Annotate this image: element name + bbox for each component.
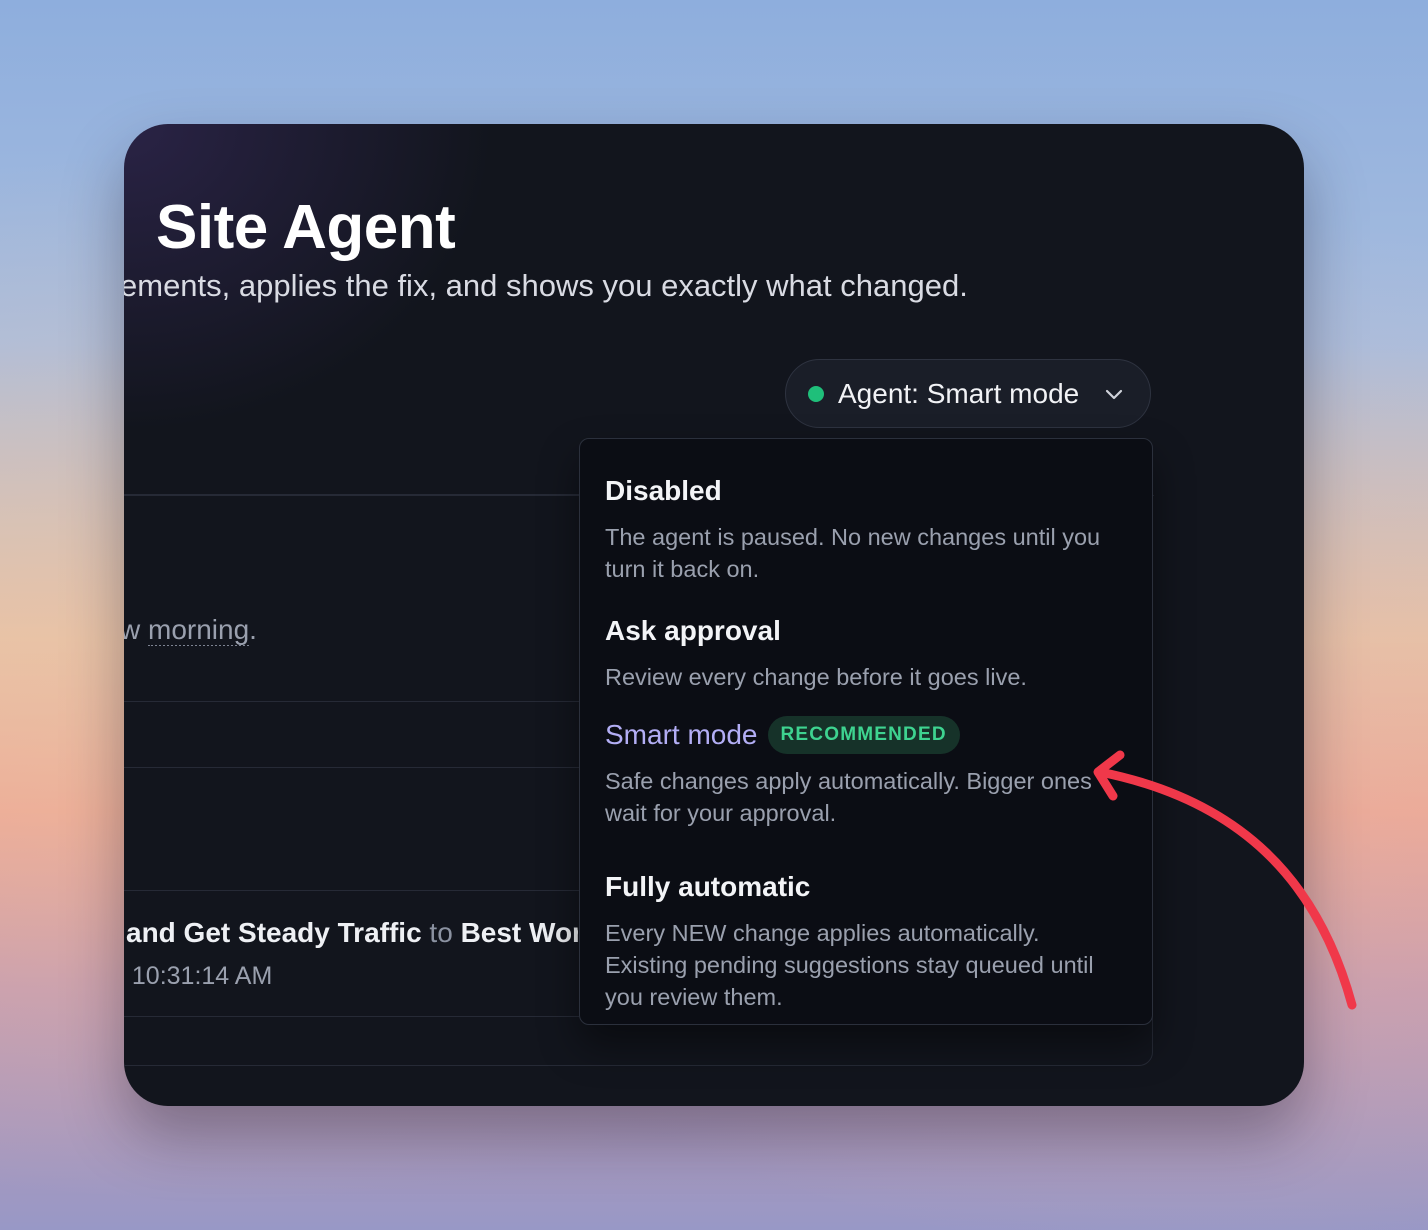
option-smart-mode[interactable]: Smart mode RECOMMENDED Safe changes appl… bbox=[605, 711, 1105, 829]
option-title: Smart mode bbox=[605, 719, 758, 750]
divider bbox=[124, 767, 579, 768]
change-row-title[interactable]: and Get Steady Traffic to Best Wor bbox=[126, 917, 578, 949]
option-description: The agent is paused. No new changes unti… bbox=[605, 524, 1101, 582]
option-title: Fully automatic bbox=[605, 871, 811, 902]
change-from: and Get Steady Traffic bbox=[126, 917, 422, 948]
schedule-note-suffix: . bbox=[249, 614, 257, 645]
option-fully-automatic[interactable]: Fully automatic Every NEW change applies… bbox=[605, 863, 1105, 1013]
option-description: Safe changes apply automatically. Bigger… bbox=[605, 768, 1092, 826]
chevron-down-icon bbox=[1105, 389, 1123, 400]
schedule-note-prefix: w bbox=[124, 614, 141, 645]
option-title: Disabled bbox=[605, 475, 722, 506]
option-ask-approval[interactable]: Ask approval Review every change before … bbox=[605, 607, 1105, 693]
option-description: Every NEW change applies automatically. … bbox=[605, 920, 1094, 1010]
schedule-link[interactable]: morning bbox=[148, 614, 250, 646]
option-description: Review every change before it goes live. bbox=[605, 664, 1027, 690]
agent-mode-button[interactable]: Agent: Smart mode bbox=[785, 359, 1151, 428]
site-agent-window: Site Agent ements, applies the fix, and … bbox=[124, 124, 1304, 1106]
change-timestamp: , 10:31:14 AM bbox=[124, 962, 273, 990]
status-dot-icon bbox=[808, 385, 824, 402]
agent-mode-label: Agent: Smart mode bbox=[838, 377, 1080, 409]
divider bbox=[124, 1016, 579, 1017]
option-title: Ask approval bbox=[605, 615, 781, 646]
schedule-note: w morning. bbox=[124, 614, 560, 646]
change-connector: to bbox=[429, 917, 453, 948]
change-to: Best Wor bbox=[460, 917, 578, 948]
page-subtitle: ements, applies the fix, and shows you e… bbox=[124, 268, 968, 303]
option-disabled[interactable]: Disabled The agent is paused. No new cha… bbox=[605, 467, 1105, 585]
divider bbox=[124, 890, 579, 891]
agent-mode-dropdown: Disabled The agent is paused. No new cha… bbox=[579, 438, 1153, 1025]
recommended-badge: RECOMMENDED bbox=[767, 716, 960, 754]
divider bbox=[124, 701, 579, 702]
page-title: Site Agent bbox=[156, 193, 456, 262]
